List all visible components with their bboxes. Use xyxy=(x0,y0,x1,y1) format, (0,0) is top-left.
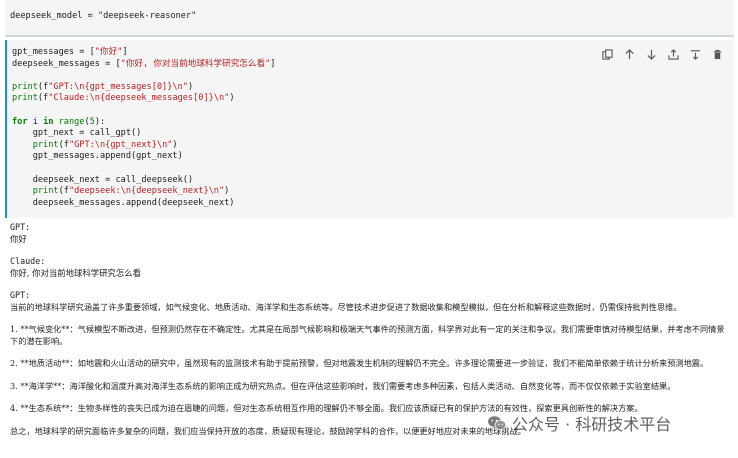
code-line: gpt_messages.append(gpt_next) xyxy=(12,151,183,162)
code-cell-main[interactable]: gpt_messages = ["你好"] deepseek_messages =… xyxy=(5,40,734,218)
code-editor[interactable]: gpt_messages = ["你好"] deepseek_messages =… xyxy=(12,47,275,209)
copy-icon[interactable] xyxy=(601,48,614,61)
output-list-item: 2. **地质活动**：如地震和火山活动的研究中，虽然现有的监测技术有助于提前预… xyxy=(10,358,709,368)
output-list-item: 1. **气候变化**：气候模型不断改进，但预测仍然存在不确定性。尤其是在局部气… xyxy=(10,324,725,346)
code-line: deepseek_messages.append(deepseek_next) xyxy=(12,197,235,208)
output-label: GPT: xyxy=(10,290,31,300)
code-line: ​ xyxy=(12,163,275,175)
output-label: GPT: xyxy=(10,222,31,232)
code-line: ​ xyxy=(12,105,275,117)
code-line: gpt_next = call_gpt() xyxy=(12,128,142,139)
wechat-icon xyxy=(488,416,507,430)
code-line: print(f"Claude:\n{deepseek_messages[0]}\… xyxy=(12,93,235,104)
code-line: deepseek_next = call_deepseek() xyxy=(12,174,194,185)
cell-toolbar xyxy=(601,48,724,61)
delete-icon[interactable] xyxy=(711,48,724,61)
code-line-model: deepseek_model = "deepseek-reasoner" xyxy=(10,11,197,21)
output-list-item: 3. **海洋学**：海洋酸化和温度升高对海洋生态系统的影响正成为研究热点。但在… xyxy=(10,380,676,391)
output-text: 你好 xyxy=(10,233,27,244)
code-cell-model[interactable]: deepseek_model = "deepseek-reasoner" xyxy=(5,0,734,37)
code-line: print(f"GPT:\n{gpt_messages[0]}\n") xyxy=(12,81,194,92)
insert-below-icon[interactable] xyxy=(689,48,702,61)
output-paragraph: 当前的地球科学研究涵盖了许多重要领域，如气候变化、地质活动、海洋学和生态系统等。… xyxy=(10,301,682,312)
output-label: Claude: xyxy=(10,256,46,266)
watermark-text: 公众号 · 科研技术平台 xyxy=(512,415,672,434)
code-line: deepseek_messages = ["你好, 你对当前地球科学研究怎么看"… xyxy=(12,58,276,69)
move-up-icon[interactable] xyxy=(623,48,636,61)
code-line: gpt_messages = ["你好"] xyxy=(12,47,128,57)
insert-above-icon[interactable] xyxy=(667,48,680,61)
code-line: for i in range(5): xyxy=(12,116,106,127)
code-line: print(f"GPT:\n{gpt_next}\n") xyxy=(32,139,178,150)
output-text: 你好, 你对当前地球科学研究怎么看 xyxy=(10,267,141,278)
move-down-icon[interactable] xyxy=(645,48,658,61)
watermark: 公众号 · 科研技术平台 xyxy=(487,411,671,435)
code-line: print(f"deepseek:\n{deepseek_next}\n") xyxy=(32,186,230,197)
code-line: ​ xyxy=(12,70,275,82)
